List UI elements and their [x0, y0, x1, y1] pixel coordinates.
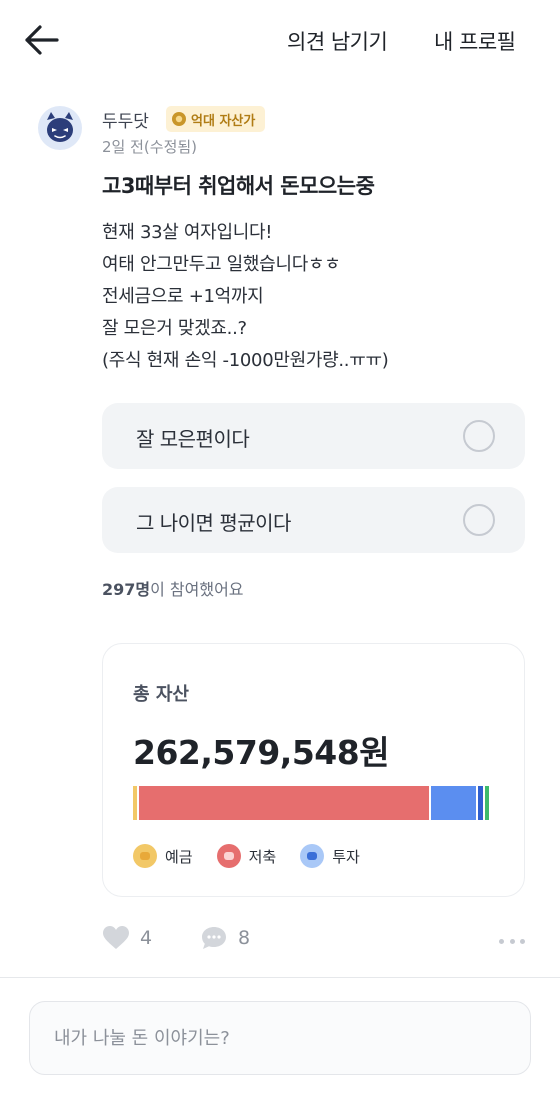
speech-bubble-icon	[202, 927, 226, 949]
comment-input[interactable]	[54, 1002, 504, 1074]
post-body-line: 전세금으로 +1억까지	[102, 286, 264, 307]
poll-participants: 297명이 참여했어요	[102, 576, 244, 600]
poll-option-radio[interactable]	[463, 504, 495, 536]
post-body-line: 현재 33살 여자입니다!	[102, 222, 273, 243]
asset-bar-segment	[139, 786, 429, 820]
legend-item-savings: 저축	[216, 844, 277, 868]
asset-bar-segment	[431, 786, 476, 820]
post-body-line: 잘 모은거 맞겠죠..?	[102, 318, 247, 339]
avatar[interactable]	[38, 106, 82, 150]
poll-option-label: 잘 모은편이다	[136, 427, 250, 451]
like-button[interactable]: 4	[102, 925, 152, 951]
comment-count: 8	[238, 927, 251, 949]
my-profile-link[interactable]: 내 프로필	[434, 26, 516, 56]
post-body: 현재 33살 여자입니다! 여태 안그만두고 일했습니다ㅎㅎ 전세금으로 +1억…	[102, 217, 389, 377]
piggy-bank-icon	[216, 844, 241, 868]
top-bar: 의견 남기기 내 프로필	[0, 0, 560, 80]
post-body-line: (주식 현재 손익 -1000만원가량..ㅠㅠ)	[102, 350, 389, 371]
legend-label: 투자	[332, 847, 360, 866]
post-actions: 4 8	[102, 925, 525, 959]
participants-count: 297명	[102, 580, 151, 599]
like-count: 4	[140, 927, 153, 949]
heart-icon	[103, 926, 129, 949]
badge-label: 억대 자산가	[191, 113, 256, 129]
arrow-left-icon[interactable]	[22, 22, 62, 58]
author-name[interactable]: 두두닷	[102, 107, 149, 132]
asset-card[interactable]: 총 자산 262,579,548원 예금 저축 투자	[102, 643, 525, 897]
poll-option-radio[interactable]	[463, 420, 495, 452]
asset-label: 총 자산	[133, 684, 189, 705]
asset-bar-segment	[478, 786, 483, 820]
asset-breakdown-bar	[133, 786, 497, 820]
comment-button[interactable]: 8	[200, 925, 250, 951]
poll-option-label: 그 나이면 평균이다	[136, 511, 291, 535]
legend-item-deposit: 예금	[133, 844, 193, 868]
feedback-link[interactable]: 의견 남기기	[287, 26, 388, 56]
asset-bar-segment	[133, 786, 137, 820]
post-time: 2일 전(수정됨)	[102, 138, 198, 156]
money-bag-icon	[300, 844, 325, 868]
asset-bar-segment	[485, 786, 489, 820]
asset-total: 262,579,548원	[133, 733, 390, 772]
author-badge: 억대 자산가	[166, 106, 266, 132]
legend-item-investment: 투자	[300, 844, 360, 868]
comment-input-box[interactable]	[29, 1001, 531, 1075]
post-title: 고3때부터 취업해서 돈모으는중	[102, 174, 375, 198]
devil-face-icon	[47, 112, 73, 142]
participants-suffix: 이 참여했어요	[150, 580, 244, 599]
poll-option[interactable]: 그 나이면 평균이다	[102, 487, 525, 553]
divider	[0, 977, 560, 978]
legend-label: 예금	[165, 847, 193, 866]
deposit-coin-icon	[133, 844, 157, 868]
more-dots-icon[interactable]	[499, 931, 525, 951]
coin-icon	[172, 112, 186, 126]
legend-label: 저축	[248, 847, 277, 866]
poll-option[interactable]: 잘 모은편이다	[102, 403, 525, 469]
asset-legend: 예금 저축 투자	[133, 844, 384, 868]
post-body-line: 여태 안그만두고 일했습니다ㅎㅎ	[102, 254, 341, 275]
